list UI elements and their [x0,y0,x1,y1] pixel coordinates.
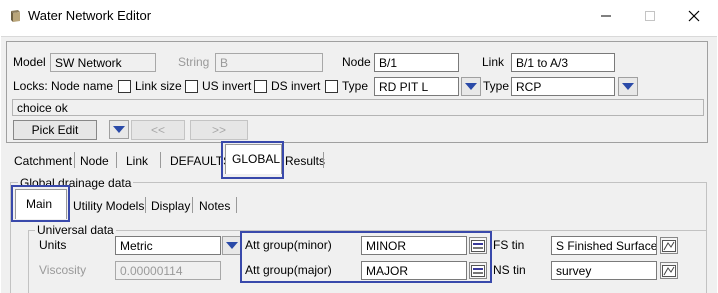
previous-button[interactable]: << [131,120,185,140]
node-type-field[interactable]: RD PIT L [374,77,459,96]
tab-catchment[interactable]: Catchment [14,154,72,168]
main-subtab-highlight [11,185,70,222]
chevron-down-icon [465,83,477,90]
units-field[interactable]: Metric [115,236,221,255]
model-field: SW Network [50,53,156,72]
link-field[interactable]: B/1 to A/3 [511,53,615,72]
link-size-label: Link size [135,79,182,93]
chevron-down-icon [113,126,125,133]
title-bar: Water Network Editor [0,0,718,32]
maximize-icon [645,11,655,21]
minimize-icon [601,15,611,17]
app-icon [9,9,21,23]
tab-results[interactable]: Results [285,154,325,168]
fs-tin-label: FS tin [493,238,525,252]
link-label: Link [482,55,505,69]
string-label: String [178,55,210,69]
link-type-dropdown[interactable] [618,77,638,96]
string-field: B [215,53,323,72]
maximize-button[interactable] [628,4,672,28]
ns-tin-label: NS tin [493,263,526,277]
window-title: Water Network Editor [28,8,152,23]
fs-tin-field[interactable]: S Finished Surface [551,236,657,255]
node-name-lock-label: Node name [51,79,114,93]
type2-label: Type [483,79,510,93]
node-type-dropdown[interactable] [461,77,481,96]
universal-data-title: Universal data [35,223,116,237]
att-group-highlight [240,231,492,283]
node-label: Node [342,55,371,69]
ds-invert-checkbox[interactable] [254,80,267,93]
ns-tin-pick-button[interactable] [660,262,678,279]
close-button[interactable] [672,4,716,28]
subtab-utility-models[interactable]: Utility Models [73,199,144,213]
units-label: Units [39,238,67,252]
ns-tin-field[interactable]: survey [551,261,657,280]
viscosity-field: 0.00000114 [115,261,221,280]
link-type-field[interactable]: RCP [511,77,615,96]
ds-invert-label: DS invert [271,79,321,93]
pick-edit-button[interactable]: Pick Edit [13,120,97,140]
minimize-button[interactable] [584,4,628,28]
node-field[interactable]: B/1 [374,53,459,72]
tab-divider [74,152,75,168]
type-lock-checkbox[interactable] [325,80,338,93]
subtab-display[interactable]: Display [151,199,190,213]
subtab-divider [145,197,146,213]
subtab-divider [192,197,193,213]
tab-node[interactable]: Node [80,154,109,168]
units-dropdown[interactable] [222,236,242,255]
locks-label: Locks: [13,79,48,93]
close-icon [688,10,700,22]
tin-picker-icon [662,239,676,252]
subtab-notes[interactable]: Notes [199,199,230,213]
tab-divider [160,152,161,168]
global-tab-highlight [221,141,284,179]
type-label: Type [342,79,369,93]
subtab-divider [236,197,237,213]
link-size-checkbox[interactable] [118,80,131,93]
fs-tin-pick-button[interactable] [660,237,678,254]
tab-divider [116,152,117,168]
next-button[interactable]: >> [190,120,248,140]
model-label: Model [13,55,46,69]
us-invert-checkbox[interactable] [185,80,198,93]
us-invert-label: US invert [202,79,252,93]
message-bar: choice ok [12,99,704,116]
tin-picker-icon [662,264,676,277]
chevron-down-icon [622,83,634,90]
tab-divider [323,152,324,168]
pick-edit-dropdown[interactable] [109,120,129,139]
tab-link[interactable]: Link [126,154,148,168]
viscosity-label: Viscosity [39,263,87,277]
chevron-down-icon [226,242,238,249]
